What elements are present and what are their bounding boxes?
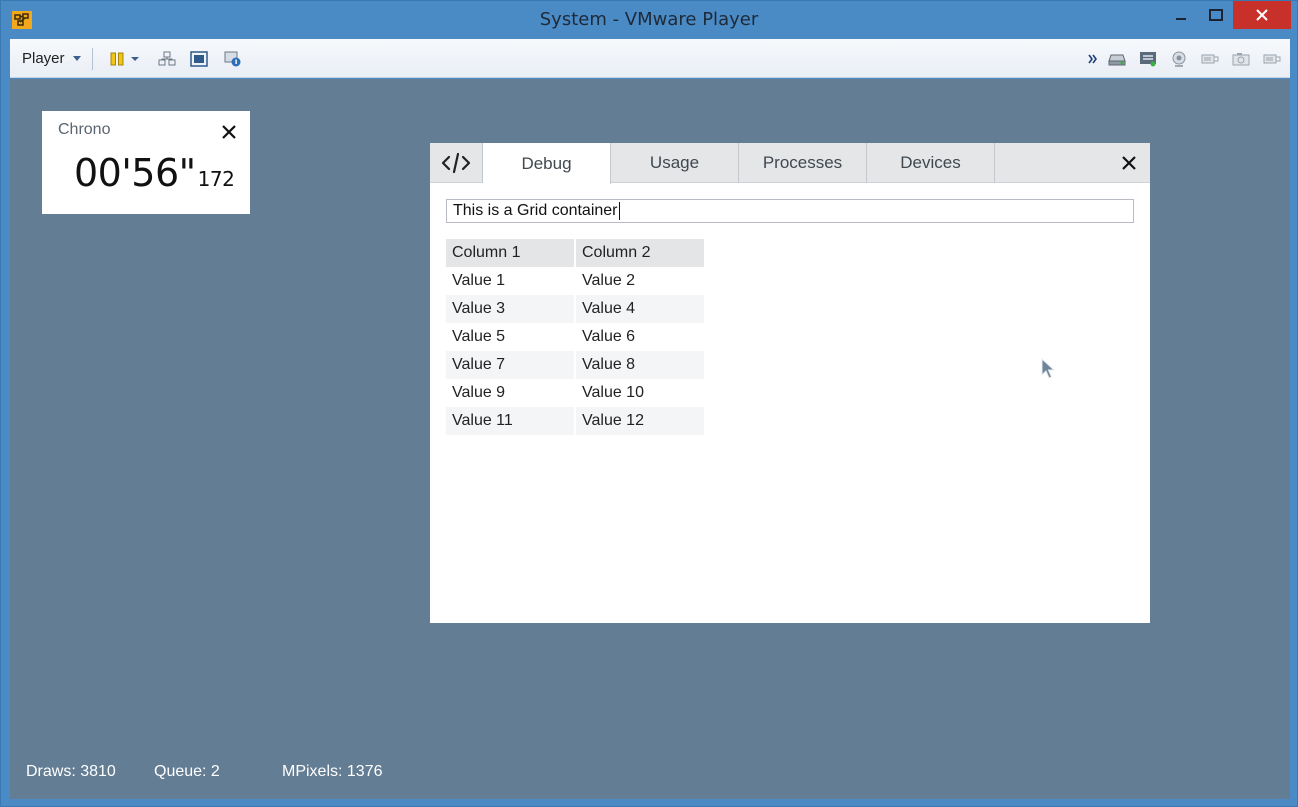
grid-row: Value 1 Value 2: [446, 267, 706, 295]
mouse-pointer-icon: [1041, 358, 1056, 379]
toolbar-divider: [92, 48, 93, 70]
camera-icon: [1232, 53, 1250, 66]
player-menu-button[interactable]: Player: [22, 50, 81, 67]
grid-row: Value 11 Value 12: [446, 407, 706, 435]
usb-device-button[interactable]: [1199, 48, 1221, 70]
grid-header-row: Column 1 Column 2: [446, 239, 706, 267]
tab-devices[interactable]: Devices: [867, 143, 995, 183]
chrono-time-display: 00'56" 172: [74, 151, 235, 195]
window-title: System - VMware Player: [539, 9, 759, 30]
grid-cell: Value 8: [576, 351, 704, 379]
minimize-button[interactable]: [1163, 1, 1199, 29]
maximize-button[interactable]: [1199, 1, 1233, 29]
overflow-chevron-icon: [1088, 54, 1097, 64]
player-menu-label: Player: [22, 50, 65, 67]
chevron-down-icon: [131, 57, 139, 61]
usb-device-icon: [1201, 54, 1219, 64]
unity-icon: [224, 51, 241, 67]
vmware-player-window: System - VMware Player Player Chrono 00'…: [0, 0, 1298, 807]
stat-mpixels: MPixels: 1376: [282, 763, 383, 780]
chrono-milliseconds: 172: [197, 167, 235, 191]
fullscreen-icon: [190, 51, 208, 67]
chrono-close-button[interactable]: [220, 123, 238, 141]
grid-header-cell[interactable]: Column 2: [576, 239, 704, 267]
chrono-title: Chrono: [58, 121, 111, 138]
send-ctrl-alt-del-icon: [158, 51, 176, 66]
tab-bar: Debug Usage Processes Devices: [430, 143, 1150, 184]
grid-cell: Value 11: [446, 407, 574, 435]
chrono-time: 00'56": [74, 151, 196, 195]
code-icon: [441, 152, 471, 174]
usb-device-button-2[interactable]: [1261, 48, 1283, 70]
fullscreen-button[interactable]: [188, 48, 210, 70]
webcam-icon: [1172, 51, 1186, 67]
usb-device-icon: [1263, 54, 1281, 64]
send-ctrl-alt-del-button[interactable]: [156, 48, 178, 70]
tab-debug[interactable]: Debug: [483, 143, 611, 184]
camera-device-button[interactable]: [1230, 48, 1252, 70]
guest-display[interactable]: Chrono 00'56" 172 Debug Usage Processes D…: [10, 79, 1290, 799]
text-caret: [618, 202, 620, 220]
pause-icon: [110, 52, 124, 66]
minimize-icon: [1176, 18, 1186, 20]
tab-usage[interactable]: Usage: [611, 143, 739, 183]
grid-row: Value 7 Value 8: [446, 351, 706, 379]
tab-code[interactable]: [430, 143, 483, 183]
grid-cell: Value 9: [452, 384, 506, 401]
grid-cell: Value 7: [446, 351, 574, 379]
toolbar-overflow-button[interactable]: [1086, 48, 1100, 70]
hard-disk-device-button[interactable]: [1106, 48, 1128, 70]
close-icon: [222, 125, 236, 139]
grid-row: Value 9 Value 10: [446, 379, 706, 407]
grid-cell: Value 2: [582, 272, 636, 289]
grid-cell: Value 10: [582, 384, 644, 401]
grid-cell: Value 1: [452, 272, 506, 289]
text-input[interactable]: This is a Grid container: [446, 199, 1134, 223]
grid-cell: Value 4: [576, 295, 704, 323]
network-adapter-icon: [1140, 52, 1156, 67]
panel-close-button[interactable]: [1120, 154, 1138, 172]
grid-header-cell[interactable]: Column 1: [446, 239, 574, 267]
grid-container: Column 1 Column 2 Value 1 Value 2 Value …: [446, 239, 706, 435]
maximize-icon: [1209, 9, 1223, 21]
tab-processes[interactable]: Processes: [739, 143, 867, 183]
text-input-value: This is a Grid container: [453, 202, 618, 219]
chevron-down-icon: [72, 56, 81, 61]
network-adapter-device-button[interactable]: [1137, 48, 1159, 70]
hard-disk-icon: [1108, 54, 1126, 66]
close-icon: [1256, 9, 1268, 21]
debug-panel: Debug Usage Processes Devices This is a …: [430, 143, 1150, 623]
webcam-device-button[interactable]: [1168, 48, 1190, 70]
stat-draws: Draws: 3810: [26, 763, 116, 780]
grid-cell: Value 5: [452, 328, 506, 345]
close-window-button[interactable]: [1233, 1, 1291, 29]
stat-queue: Queue: 2: [154, 763, 220, 780]
grid-cell: Value 12: [576, 407, 704, 435]
power-options-dropdown[interactable]: [128, 48, 142, 70]
grid-row: Value 5 Value 6: [446, 323, 706, 351]
close-icon: [1122, 156, 1136, 170]
title-bar[interactable]: System - VMware Player: [1, 1, 1297, 39]
grid-cell: Value 3: [446, 295, 574, 323]
chrono-widget: Chrono 00'56" 172: [42, 111, 250, 214]
grid-cell: Value 6: [582, 328, 636, 345]
grid-row: Value 3 Value 4: [446, 295, 706, 323]
toolbar: Player: [10, 39, 1290, 78]
unity-button[interactable]: [222, 48, 244, 70]
pause-button[interactable]: [106, 48, 128, 70]
